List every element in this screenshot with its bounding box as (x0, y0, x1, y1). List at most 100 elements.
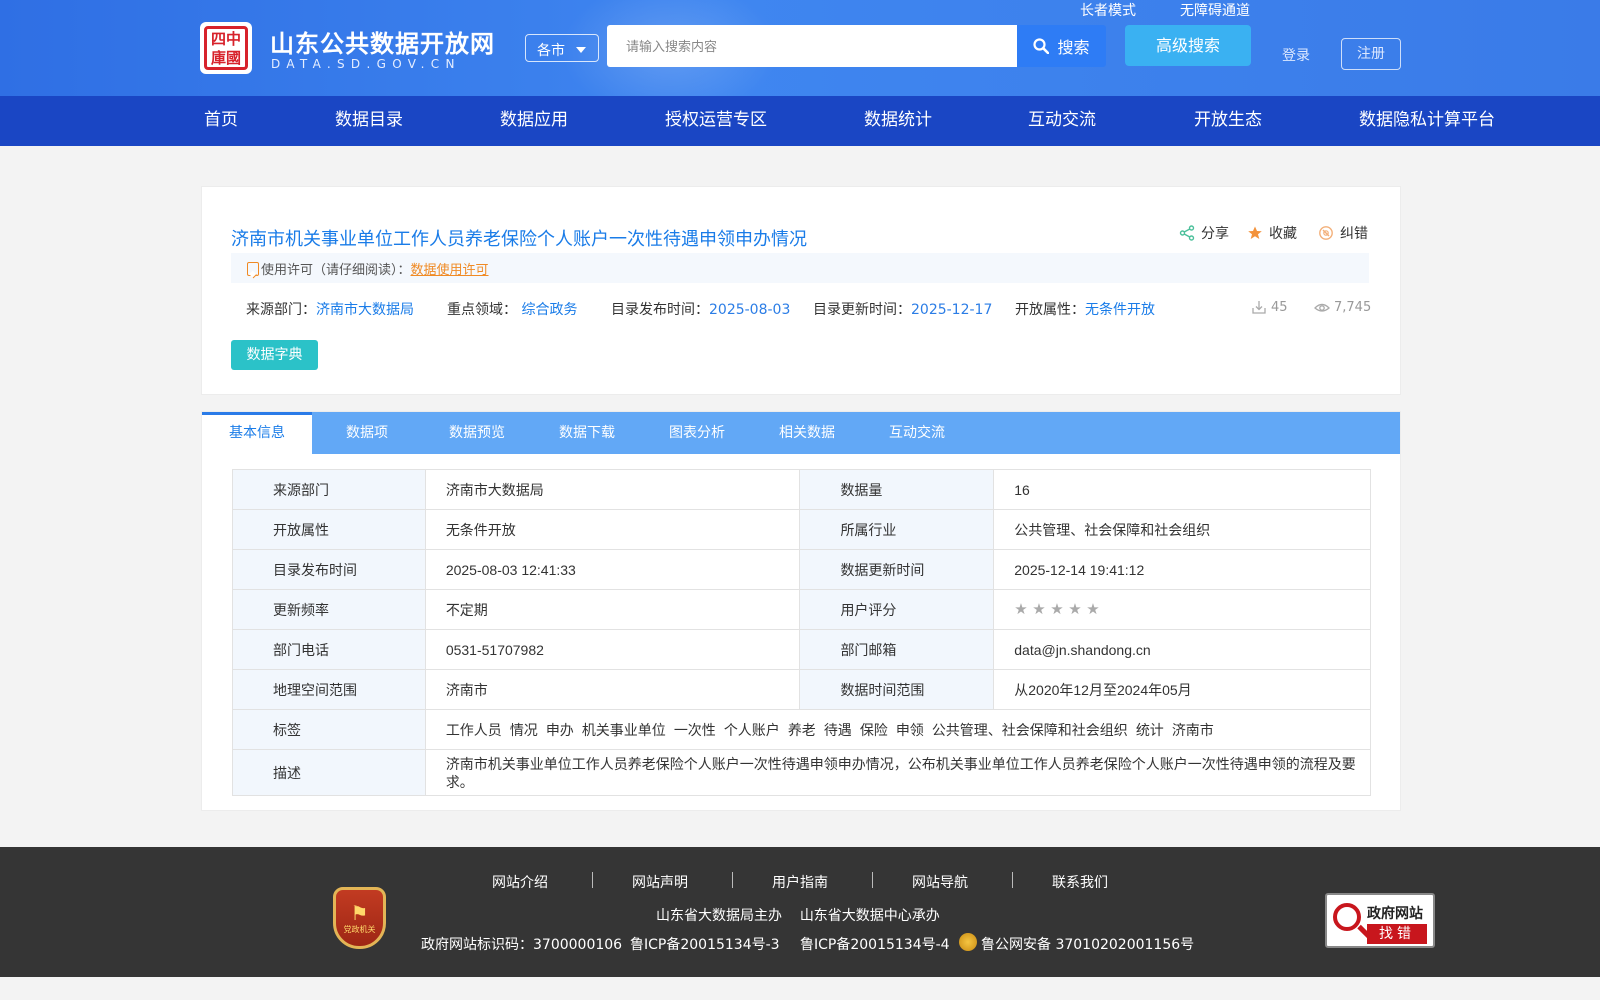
tab-related-data[interactable]: 相关数据 (752, 412, 862, 454)
login-link[interactable]: 登录 (1282, 45, 1310, 65)
search-button-label: 搜索 (1057, 38, 1090, 57)
tab-chart-analysis[interactable]: 图表分析 (642, 412, 752, 454)
gov-id: 政府网站标识码：3700000106 (421, 937, 623, 953)
share-button[interactable]: 分享 (1179, 223, 1229, 243)
tab-data-download[interactable]: 数据下载 (532, 412, 642, 454)
table-row: 部门电话 0531-51707982 部门邮箱 data@jn.shandong… (232, 629, 1371, 670)
star-icon[interactable]: ★ (1050, 602, 1065, 617)
footer-link-contact[interactable]: 联系我们 (1052, 872, 1108, 892)
police-record[interactable]: 鲁公网安备 37010202001156号 (959, 933, 1194, 954)
nav-data-catalog[interactable]: 数据目录 (335, 96, 403, 146)
meta-field-value[interactable]: 综合政务 (521, 302, 577, 318)
license-link[interactable]: 数据使用许可 (411, 263, 489, 278)
data-dictionary-button[interactable]: 数据字典 (231, 340, 318, 370)
footer-link-about[interactable]: 网站介绍 (492, 872, 548, 892)
footer-link-guide[interactable]: 用户指南 (772, 872, 828, 892)
icp-2[interactable]: 鲁ICP备20015134号-4 (800, 934, 950, 954)
tag-item[interactable]: 待遇 (824, 722, 852, 738)
search-input[interactable] (607, 25, 1017, 67)
bookmark-icon (247, 262, 259, 276)
police-record-text: 鲁公网安备 37010202001156号 (981, 937, 1195, 953)
nav-home[interactable]: 首页 (204, 96, 238, 146)
tab-basic-info[interactable]: 基本信息 (202, 412, 312, 454)
tag-item[interactable]: 统计 (1136, 722, 1164, 738)
gov-error-line1: 政府网站 (1367, 906, 1423, 922)
nav-data-apps[interactable]: 数据应用 (500, 96, 568, 146)
site-footer: ⚑ 党政机关 网站介绍 网站声明 用户指南 网站导航 联系我们 山东省大数据局主… (0, 847, 1600, 977)
meta-source: 来源部门：济南市大数据局 (246, 299, 414, 319)
download-count: 45 (1251, 299, 1288, 315)
footer-link-sitemap[interactable]: 网站导航 (912, 872, 968, 892)
info-key: 用户评分 (799, 589, 995, 630)
report-icon (1319, 226, 1333, 240)
report-label: 纠错 (1340, 226, 1368, 242)
view-count-value: 7,745 (1334, 299, 1372, 315)
meta-upd-time: 目录更新时间：2025-12-17 (813, 299, 992, 319)
footer-link-statement[interactable]: 网站声明 (632, 872, 688, 892)
tag-item[interactable]: 公共管理、社会保障和社会组织 (932, 722, 1128, 738)
site-title[interactable]: 山东公共数据开放网 (270, 24, 495, 59)
tag-item[interactable]: 济南市 (1172, 722, 1214, 738)
tag-item[interactable]: 申办 (546, 722, 574, 738)
info-key: 更新频率 (232, 589, 426, 630)
city-select[interactable]: 各市 (525, 34, 599, 62)
tag-item[interactable]: 养老 (788, 722, 816, 738)
nav-authorized-ops[interactable]: 授权运营专区 (665, 96, 767, 146)
gov-site-error-button[interactable]: 政府网站 找错 (1325, 893, 1435, 948)
nav-ecosystem[interactable]: 开放生态 (1194, 96, 1262, 146)
site-domain: DATA.SD.GOV.CN (271, 57, 461, 71)
download-icon (1252, 301, 1266, 314)
police-badge-icon (959, 933, 977, 951)
meta-pub-value: 2025-08-03 (709, 302, 791, 318)
tab-interaction[interactable]: 互动交流 (862, 412, 972, 454)
info-value: 不定期 (424, 589, 801, 630)
chevron-down-icon (576, 47, 586, 53)
nav-interaction[interactable]: 互动交流 (1028, 96, 1096, 146)
icp-1[interactable]: 鲁ICP备20015134号-3 (630, 934, 780, 954)
tag-item[interactable]: 机关事业单位 (582, 722, 666, 738)
tag-item[interactable]: 情况 (510, 722, 538, 738)
meta-pub-time: 目录发布时间：2025-08-03 (611, 299, 790, 319)
star-icon[interactable]: ★ (1014, 602, 1029, 617)
accessibility-link[interactable]: 无障碍通道 (1180, 0, 1250, 20)
meta-upd-label: 目录更新时间： (813, 302, 911, 318)
register-button[interactable]: 注册 (1341, 38, 1401, 70)
favorite-button[interactable]: 收藏 (1247, 223, 1297, 243)
tags-list: 工作人员 情况 申办 机关事业单位 一次性 个人账户 养老 待遇 保险 申领 公共管理、社会保障和社… (424, 709, 1372, 750)
party-gov-badge-icon[interactable]: ⚑ 党政机关 (333, 887, 386, 949)
table-row: 更新频率 不定期 用户评分 ★ ★ ★ ★ ★ (232, 589, 1371, 630)
main-nav: 首页 数据目录 数据应用 授权运营专区 数据统计 互动交流 开放生态 数据隐私计… (0, 96, 1600, 146)
share-label: 分享 (1201, 226, 1229, 242)
advanced-search-button[interactable]: 高级搜索 (1125, 25, 1251, 66)
star-icon[interactable]: ★ (1068, 602, 1083, 617)
tag-item[interactable]: 一次性 (674, 722, 716, 738)
tab-data-preview[interactable]: 数据预览 (422, 412, 532, 454)
search-icon (1033, 38, 1050, 54)
elder-mode-link[interactable]: 长者模式 (1080, 0, 1136, 20)
view-count: 7,745 (1314, 299, 1371, 315)
tab-data-items[interactable]: 数据项 (312, 412, 422, 454)
site-logo-seal-icon[interactable]: 四中 庫國 (200, 22, 252, 74)
nav-data-stats[interactable]: 数据统计 (864, 96, 932, 146)
info-value: 0531-51707982 (424, 629, 801, 670)
rating-stars[interactable]: ★ ★ ★ ★ ★ (1014, 602, 1370, 617)
table-row: 来源部门 济南市大数据局 数据量 16 (232, 469, 1371, 510)
table-row: 标签 工作人员 情况 申办 机关事业单位 一次性 个人账户 养老 待遇 保险 申领 公共管理、社会保… (232, 709, 1372, 750)
download-count-value: 45 (1271, 299, 1288, 315)
tag-item[interactable]: 工作人员 (446, 722, 502, 738)
star-icon[interactable]: ★ (1032, 602, 1047, 617)
dataset-summary-card: 济南市机关事业单位工作人员养老保险个人账户一次性待遇申领申办情况 分享 收藏 纠… (201, 186, 1401, 395)
tag-item[interactable]: 个人账户 (724, 722, 780, 738)
info-key: 描述 (232, 749, 426, 796)
info-key: 部门电话 (232, 629, 426, 670)
magnifier-icon (1333, 903, 1361, 931)
nav-privacy-computing[interactable]: 数据隐私计算平台 (1359, 96, 1495, 146)
report-error-button[interactable]: 纠错 (1318, 223, 1368, 243)
search-button[interactable]: 搜索 (1017, 25, 1106, 67)
description-text: 济南市机关事业单位工作人员养老保险个人账户一次性待遇申领申办情况，公布机关事业单… (424, 749, 1372, 796)
star-icon[interactable]: ★ (1086, 602, 1101, 617)
tag-item[interactable]: 保险 (860, 722, 888, 738)
meta-source-value[interactable]: 济南市大数据局 (316, 302, 414, 318)
meta-upd-value: 2025-12-17 (911, 302, 993, 318)
tag-item[interactable]: 申领 (896, 722, 924, 738)
